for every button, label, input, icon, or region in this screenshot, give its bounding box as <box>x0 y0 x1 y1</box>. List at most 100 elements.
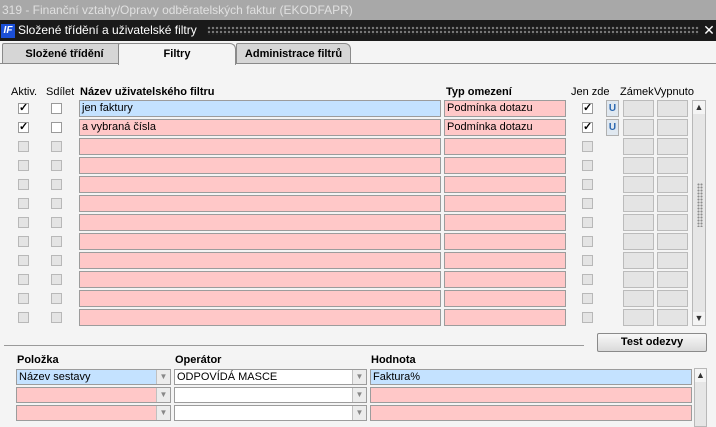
filter-name-cell[interactable] <box>79 157 441 174</box>
off-cell[interactable] <box>657 119 688 136</box>
item-select[interactable]: ▼ <box>16 387 171 403</box>
filter-row[interactable] <box>0 195 716 213</box>
lock-cell[interactable] <box>623 176 654 193</box>
filter-name-cell[interactable] <box>79 290 441 307</box>
lock-cell[interactable] <box>623 271 654 288</box>
share-checkbox[interactable] <box>51 160 62 171</box>
filter-row[interactable]: a vybraná číslaPodmínka dotazu U <box>0 119 716 137</box>
off-cell[interactable] <box>657 214 688 231</box>
active-checkbox[interactable] <box>18 198 29 209</box>
filter-row[interactable] <box>0 233 716 251</box>
active-checkbox[interactable] <box>18 255 29 266</box>
share-checkbox[interactable] <box>51 103 62 114</box>
dialog-title-bar[interactable]: IF Složené třídění a uživatelské filtry … <box>0 20 716 41</box>
off-cell[interactable] <box>657 252 688 269</box>
value-input[interactable] <box>370 405 692 421</box>
chevron-down-icon[interactable]: ▼ <box>352 406 366 420</box>
filter-row[interactable] <box>0 252 716 270</box>
filter-name-cell[interactable] <box>79 138 441 155</box>
filters-scrollbar[interactable]: ▲ ▼ <box>692 100 706 326</box>
lock-cell[interactable] <box>623 157 654 174</box>
off-cell[interactable] <box>657 271 688 288</box>
restriction-type-cell[interactable] <box>444 138 566 155</box>
share-checkbox[interactable] <box>51 312 62 323</box>
share-checkbox[interactable] <box>51 217 62 228</box>
filter-row[interactable] <box>0 271 716 289</box>
restriction-type-cell[interactable] <box>444 157 566 174</box>
restriction-type-cell[interactable] <box>444 233 566 250</box>
filter-row[interactable] <box>0 214 716 232</box>
value-input[interactable]: Faktura% <box>370 369 692 385</box>
active-checkbox[interactable] <box>18 120 29 133</box>
restriction-type-cell[interactable] <box>444 195 566 212</box>
chevron-down-icon[interactable]: ▼ <box>156 406 170 420</box>
restriction-type-cell[interactable] <box>444 214 566 231</box>
only-here-checkbox[interactable] <box>582 101 593 114</box>
share-checkbox[interactable] <box>51 179 62 190</box>
only-here-checkbox[interactable] <box>582 141 593 152</box>
off-cell[interactable] <box>657 157 688 174</box>
filter-name-cell[interactable] <box>79 271 441 288</box>
arrow-up-icon[interactable]: ▲ <box>693 101 705 114</box>
filter-name-cell[interactable] <box>79 214 441 231</box>
off-cell[interactable] <box>657 290 688 307</box>
restriction-type-cell[interactable] <box>444 176 566 193</box>
arrow-down-icon[interactable]: ▼ <box>693 312 705 325</box>
test-response-button[interactable]: Test odezvy <box>597 333 707 352</box>
filter-name-cell[interactable] <box>79 176 441 193</box>
filter-name-cell[interactable] <box>79 233 441 250</box>
off-cell[interactable] <box>657 195 688 212</box>
only-here-checkbox[interactable] <box>582 255 593 266</box>
only-here-checkbox[interactable] <box>582 160 593 171</box>
filter-name-cell[interactable] <box>79 252 441 269</box>
only-here-checkbox[interactable] <box>582 236 593 247</box>
operator-select[interactable]: ▼ <box>174 387 367 403</box>
chevron-down-icon[interactable]: ▼ <box>352 370 366 384</box>
lock-cell[interactable] <box>623 233 654 250</box>
filter-name-cell[interactable] <box>79 309 441 326</box>
only-here-checkbox[interactable] <box>582 274 593 285</box>
filter-row[interactable]: jen fakturyPodmínka dotazu U <box>0 100 716 118</box>
filter-row[interactable] <box>0 309 716 327</box>
share-checkbox[interactable] <box>51 122 62 133</box>
share-checkbox[interactable] <box>51 293 62 304</box>
off-cell[interactable] <box>657 138 688 155</box>
lock-cell[interactable] <box>623 290 654 307</box>
share-checkbox[interactable] <box>51 198 62 209</box>
active-checkbox[interactable] <box>18 217 29 228</box>
lock-cell[interactable] <box>623 214 654 231</box>
filter-row[interactable] <box>0 157 716 175</box>
off-cell[interactable] <box>657 176 688 193</box>
filter-name-cell[interactable]: jen faktury <box>79 100 441 117</box>
active-checkbox[interactable] <box>18 312 29 323</box>
chevron-down-icon[interactable]: ▼ <box>352 388 366 402</box>
arrow-up-icon[interactable]: ▲ <box>695 369 706 382</box>
only-here-checkbox[interactable] <box>582 198 593 209</box>
restriction-type-cell[interactable]: Podmínka dotazu <box>444 100 566 117</box>
active-checkbox[interactable] <box>18 179 29 190</box>
share-checkbox[interactable] <box>51 255 62 266</box>
only-here-checkbox[interactable] <box>582 120 593 133</box>
filter-name-cell[interactable]: a vybraná čísla <box>79 119 441 136</box>
only-here-checkbox[interactable] <box>582 179 593 190</box>
share-checkbox[interactable] <box>51 141 62 152</box>
active-checkbox[interactable] <box>18 101 29 114</box>
lock-cell[interactable] <box>623 195 654 212</box>
close-icon[interactable]: ✕ <box>703 20 715 41</box>
filter-row[interactable] <box>0 138 716 156</box>
restriction-type-cell[interactable] <box>444 290 566 307</box>
restriction-type-cell[interactable] <box>444 271 566 288</box>
share-checkbox[interactable] <box>51 274 62 285</box>
value-input[interactable] <box>370 387 692 403</box>
scroll-grip[interactable] <box>697 183 703 227</box>
conditions-scrollbar[interactable]: ▲ <box>694 368 707 427</box>
active-checkbox[interactable] <box>18 274 29 285</box>
only-here-checkbox[interactable] <box>582 217 593 228</box>
tab-slozene-trideni[interactable]: Složené třídění <box>2 43 127 64</box>
tab-administrace-filtru[interactable]: Administrace filtrů <box>236 43 351 64</box>
active-checkbox[interactable] <box>18 236 29 247</box>
share-checkbox[interactable] <box>51 236 62 247</box>
off-cell[interactable] <box>657 233 688 250</box>
active-checkbox[interactable] <box>18 160 29 171</box>
chevron-down-icon[interactable]: ▼ <box>156 388 170 402</box>
